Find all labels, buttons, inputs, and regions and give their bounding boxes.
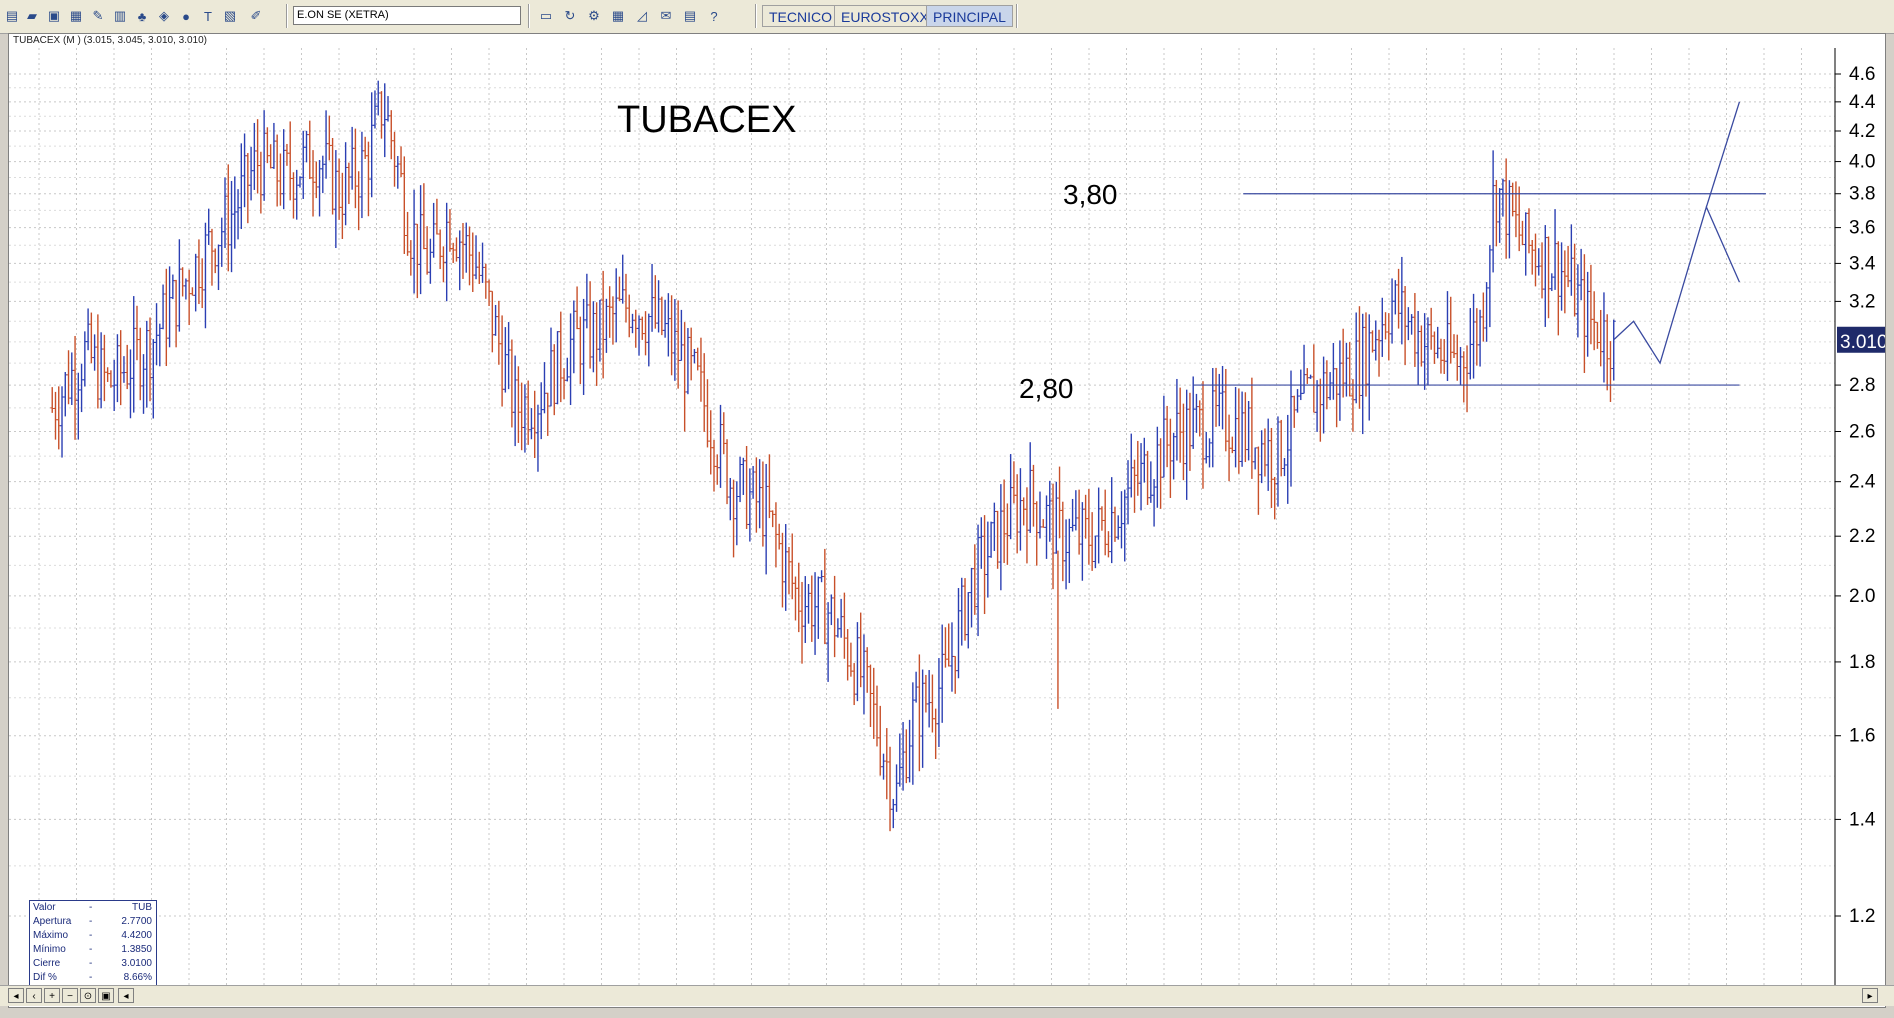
info-row: Mínimo - 1.3850	[30, 943, 156, 957]
y-tick-label: 2.0	[1849, 586, 1875, 607]
y-tick-label: 3.6	[1849, 218, 1875, 239]
projection-line	[1613, 205, 1741, 365]
info-label: Mínimo	[33, 944, 66, 955]
chart-title: TUBACEX	[617, 99, 796, 141]
info-row: Cierre - 3.0100	[30, 957, 156, 971]
info-row: Dif % - 8.66%	[30, 971, 156, 985]
y-tick-label: 4.4	[1849, 92, 1876, 113]
info-value: 1.3850	[121, 944, 152, 955]
open-icon[interactable]: ▰	[22, 6, 42, 26]
y-tick-label: 1.6	[1849, 726, 1875, 747]
zoom-out-icon[interactable]: −	[62, 988, 78, 1003]
info-value: 3.0100	[121, 958, 152, 969]
info-label: Apertura	[33, 916, 72, 927]
zoom-icon[interactable]: ⊙	[80, 988, 96, 1003]
settings-icon[interactable]: ⚙	[584, 6, 604, 26]
info-value: 4.4200	[121, 930, 152, 941]
print-icon[interactable]: ▦	[66, 6, 86, 26]
symbol-input[interactable]: E.ON SE (XETRA)	[293, 6, 521, 25]
info-row: Valor - TUB	[30, 901, 156, 915]
layers-icon[interactable]: ◈	[154, 6, 174, 26]
refresh-icon[interactable]: ↻	[560, 6, 580, 26]
info-dash: -	[89, 944, 93, 955]
chart-window: TUBACEX (M ) (3.015, 3.045, 3.010, 3.010…	[8, 33, 1886, 1008]
y-tick-label: 2.6	[1849, 422, 1875, 443]
tab-principal[interactable]: PRINCIPAL	[926, 5, 1013, 27]
info-dash: -	[89, 972, 93, 983]
info-row: Apertura - 2.7700	[30, 915, 156, 929]
line-chart-icon[interactable]: ◿	[632, 6, 652, 26]
y-tick-label: 4.0	[1849, 152, 1875, 173]
y-tick-label: 2.4	[1849, 472, 1876, 493]
prev-icon[interactable]: ‹	[26, 988, 42, 1003]
info-value: TUB	[132, 902, 152, 913]
news-icon[interactable]: ▤	[680, 6, 700, 26]
horizontal-scrollbar[interactable]: ◂ ‹ + − ⊙ ▣ ◂ ▸	[0, 985, 1894, 1006]
info-label: Dif %	[33, 972, 57, 983]
level-label-280: 2,80	[1019, 373, 1074, 404]
edit-icon[interactable]: ✎	[88, 6, 108, 26]
prev-page-icon[interactable]: ◂	[8, 988, 24, 1003]
save-icon[interactable]: ▣	[44, 6, 64, 26]
y-tick-label: 3.4	[1849, 253, 1876, 274]
info-label: Valor	[33, 902, 56, 913]
level-label-380: 3,80	[1063, 179, 1118, 210]
tab-tecnico[interactable]: TECNICO	[762, 5, 839, 27]
tab-eurostoxx[interactable]: EUROSTOXX	[834, 5, 936, 27]
chart-header: TUBACEX (M ) (3.015, 3.045, 3.010, 3.010…	[13, 35, 207, 46]
scroll-left-icon[interactable]: ◂	[118, 988, 134, 1003]
last-price-label: 3.010	[1840, 332, 1885, 353]
globe-icon[interactable]: ●	[176, 6, 196, 26]
help-icon[interactable]: ?	[704, 6, 724, 26]
y-tick-label: 4.2	[1849, 121, 1875, 142]
projection-line-up	[1705, 101, 1741, 208]
y-tick-label: 3.2	[1849, 291, 1875, 312]
new-icon[interactable]: ▤	[2, 6, 22, 26]
info-dash: -	[89, 902, 93, 913]
zoom-in-icon[interactable]: +	[44, 988, 60, 1003]
price-chart[interactable]: 4.6 4.4 4.2 4.0 3.8 3.6 3.4 3.2 2.8 2.6 2.4 2.2 2.0 1…	[9, 48, 1885, 1000]
info-dash: -	[89, 930, 93, 941]
scroll-right-icon[interactable]: ▸	[1862, 988, 1878, 1003]
y-tick-label: 3.8	[1849, 184, 1875, 205]
info-label: Máximo	[33, 930, 69, 941]
info-value: 8.66%	[123, 972, 152, 983]
info-row: Máximo - 4.4200	[30, 929, 156, 943]
pen-icon[interactable]: ✐	[246, 6, 266, 26]
message-icon[interactable]: ✉	[656, 6, 676, 26]
info-dash: -	[89, 916, 93, 927]
tree-icon[interactable]: ♣	[132, 6, 152, 26]
font-icon[interactable]: T	[198, 6, 218, 26]
y-tick-label: 2.2	[1849, 526, 1875, 547]
info-label: Cierre	[33, 958, 61, 969]
chart-tool-icon[interactable]: ▧	[220, 6, 240, 26]
y-tick-label: 2.8	[1849, 375, 1875, 396]
y-tick-label: 1.8	[1849, 652, 1875, 673]
y-tick-label: 4.6	[1849, 64, 1875, 85]
fit-icon[interactable]: ▣	[98, 988, 114, 1003]
y-tick-label: 1.4	[1849, 809, 1876, 830]
y-tick-label: 1.2	[1849, 906, 1875, 927]
info-dash: -	[89, 958, 93, 969]
grid-icon[interactable]: ▦	[608, 6, 628, 26]
info-value: 2.7700	[121, 916, 152, 927]
window-icon[interactable]: ▭	[536, 6, 556, 26]
database-icon[interactable]: ▥	[110, 6, 130, 26]
main-toolbar: ▤ ▰ ▣ ▦ ✎ ▥ ♣ ◈ ● T ▧ ✐ E.ON SE (XETRA) …	[0, 0, 1894, 34]
